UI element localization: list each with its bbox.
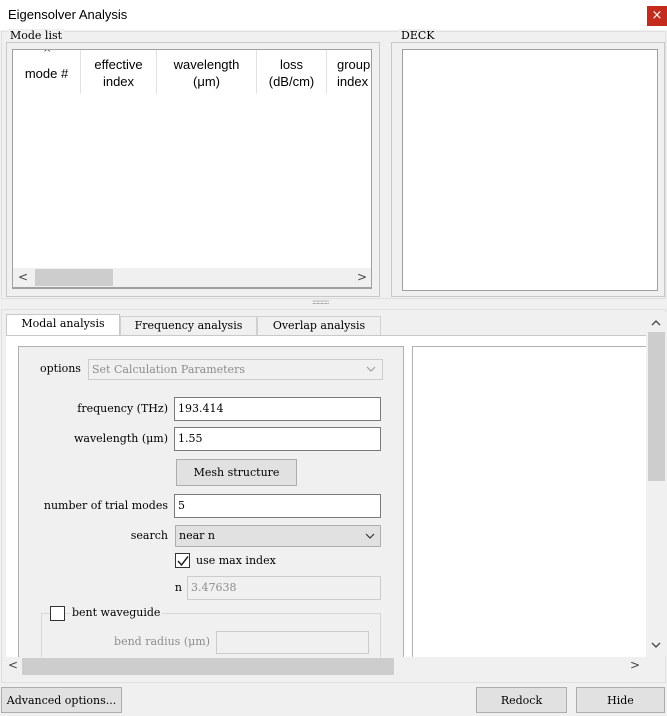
analysis-vscrollbar[interactable]: [646, 312, 666, 656]
use-max-index-label: use max index: [196, 554, 276, 567]
tab-overlap-analysis[interactable]: Overlap analysis: [257, 316, 381, 335]
scroll-thumb[interactable]: [35, 269, 113, 286]
redock-button[interactable]: Redock: [476, 687, 567, 713]
bend-radius-input[interactable]: [216, 631, 369, 654]
frequency-input[interactable]: 193.414: [174, 397, 381, 421]
trial-modes-label: number of trial modes: [43, 499, 168, 512]
options-label: options: [40, 362, 81, 375]
column-header-loss[interactable]: loss (dB/cm): [257, 50, 327, 94]
arrow-right-icon[interactable]: >: [630, 658, 640, 672]
search-select[interactable]: near n: [175, 525, 381, 547]
search-label: search: [130, 529, 168, 542]
options-select[interactable]: Set Calculation Parameters: [88, 359, 383, 380]
deck-panel[interactable]: [402, 49, 658, 291]
arrow-right-icon[interactable]: >: [357, 270, 367, 284]
n-label: n: [174, 581, 182, 594]
title-bar: Eigensolver Analysis ×: [0, 0, 667, 30]
n-input[interactable]: 3.47638: [187, 576, 381, 600]
deck-legend: DECK: [399, 29, 437, 42]
trial-modes-input[interactable]: 5: [174, 494, 381, 518]
bent-waveguide-checkbox[interactable]: [50, 606, 65, 621]
arrow-up-icon[interactable]: [651, 319, 661, 326]
window-title: Eigensolver Analysis: [8, 7, 128, 22]
mode-list-legend: Mode list: [8, 29, 65, 42]
hide-button[interactable]: Hide: [576, 687, 665, 713]
close-icon: ×: [651, 8, 663, 23]
splitter-handle[interactable]: ::::::::::::: [312, 298, 329, 306]
chevron-down-icon: [365, 533, 375, 539]
tab-modal-analysis[interactable]: Modal analysis: [6, 314, 120, 336]
tab-frequency-analysis[interactable]: Frequency analysis: [120, 316, 257, 335]
chevron-down-icon: [366, 366, 376, 372]
preview-panel: [412, 346, 646, 658]
mesh-structure-button[interactable]: Mesh structure: [176, 459, 297, 486]
mode-list-hscrollbar[interactable]: < >: [12, 268, 372, 288]
bent-waveguide-label: bent waveguide: [70, 606, 163, 619]
hscroll-thumb[interactable]: [22, 658, 394, 675]
checkmark-icon: [177, 556, 189, 567]
column-header-wavelength[interactable]: wavelength (μm): [157, 50, 257, 94]
arrow-down-icon[interactable]: [651, 642, 661, 649]
frequency-label: frequency (THz): [77, 402, 168, 415]
vscroll-thumb[interactable]: [648, 332, 665, 481]
arrow-left-icon[interactable]: <: [8, 658, 18, 672]
bend-radius-label: bend radius (μm): [114, 635, 210, 648]
arrow-left-icon[interactable]: <: [18, 270, 28, 284]
wavelength-input[interactable]: 1.55: [174, 427, 381, 451]
use-max-index-checkbox[interactable]: [175, 553, 190, 568]
advanced-options-button[interactable]: Advanced options...: [1, 687, 122, 713]
mode-list-table[interactable]: ^ mode # effective index wavelength (μm)…: [12, 49, 372, 289]
column-header-group-index[interactable]: group index: [327, 50, 371, 94]
wavelength-label: wavelength (μm): [73, 432, 168, 445]
close-button[interactable]: ×: [647, 6, 667, 26]
column-header-effective-index[interactable]: effective index: [81, 50, 157, 94]
analysis-hscrollbar[interactable]: < >: [2, 657, 646, 676]
column-header-mode[interactable]: mode #: [13, 50, 81, 94]
